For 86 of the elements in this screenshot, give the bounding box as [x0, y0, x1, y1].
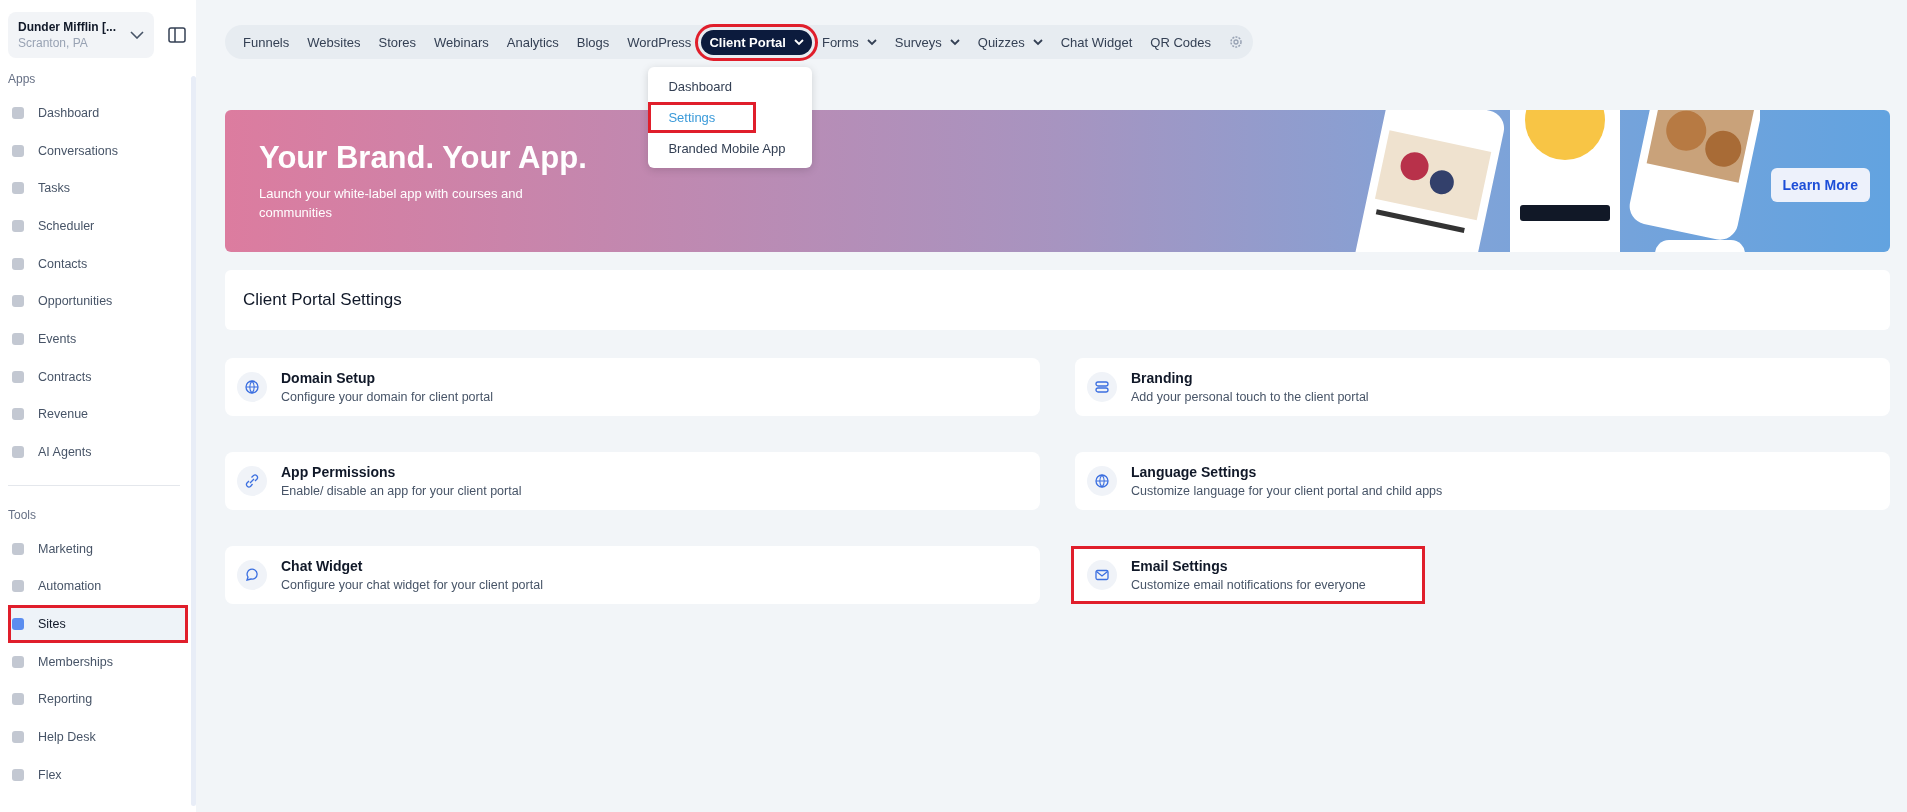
card-description: Add your personal touch to the client portal: [1131, 390, 1369, 404]
menu-item-icon: [10, 691, 26, 708]
chevron-down-icon: [866, 38, 877, 46]
sidebar-item[interactable]: Automation: [8, 567, 188, 606]
settings-card[interactable]: Domain Setup Configure your domain for client portal: [225, 358, 1040, 416]
sidebar-item[interactable]: Events: [8, 320, 188, 358]
sidebar-item[interactable]: Sites: [8, 605, 188, 643]
menu-item-icon: [10, 293, 26, 310]
nav-tab[interactable]: Forms: [813, 29, 885, 55]
card-title: Language Settings: [1131, 464, 1258, 480]
nav-tab[interactable]: Webinars: [426, 29, 497, 55]
section-heading: Tools: [8, 507, 37, 522]
settings-card[interactable]: Chat Widget Configure your chat widget for your client portal: [225, 546, 1040, 604]
nav-tab[interactable]: Analytics: [498, 29, 567, 55]
link-icon: [237, 466, 267, 496]
account-switcher[interactable]: Dunder Mifflin [... Scranton, PA: [8, 12, 154, 58]
banner-subtitle: Launch your white-label app with courses and communities: [259, 184, 524, 222]
sidebar-item[interactable]: Reporting: [8, 680, 188, 719]
menu-item-icon: [10, 616, 26, 633]
section-heading: Apps: [8, 72, 37, 86]
card-description: Configure your chat widget for your client portal: [281, 578, 543, 592]
card-title: Email Settings: [1131, 558, 1229, 574]
menu-item[interactable]: Dashboard: [648, 70, 813, 102]
menu-item-icon: [10, 729, 26, 746]
chevron-down-icon: [793, 38, 804, 46]
card-description: Customize language for your client portal and child apps: [1131, 484, 1443, 498]
nav-tab[interactable]: Blogs: [568, 29, 618, 55]
sidebar-item[interactable]: Memberships: [8, 642, 188, 681]
menu-item-icon: [10, 406, 26, 423]
learn-more-button[interactable]: Learn More: [1770, 168, 1870, 202]
banner-title: Your Brand. Your App.: [259, 139, 588, 176]
menu-item-icon: [10, 104, 26, 121]
card-title: Chat Widget: [281, 558, 364, 574]
chat-bubble-icon: [237, 560, 267, 590]
settings-card[interactable]: Email Settings Customize email notifications for everyone: [1071, 546, 1425, 604]
sidebar-item[interactable]: Tasks: [8, 169, 188, 208]
nav-tab[interactable]: QR Codes: [1142, 29, 1219, 55]
menu-item-icon: [10, 217, 26, 234]
settings-card[interactable]: Language Settings Customize language for your client portal and child apps: [1075, 452, 1890, 510]
sidebar-item[interactable]: Dashboard: [8, 94, 188, 132]
card-title: Domain Setup: [281, 370, 377, 386]
envelope-icon: [1087, 560, 1117, 590]
sidebar-item[interactable]: Help Desk: [8, 718, 188, 756]
menu-item-icon: [10, 653, 26, 670]
globe-icon: [237, 372, 267, 402]
menu-item-icon: [10, 766, 26, 783]
chevron-down-icon: [1032, 38, 1043, 46]
settings-card[interactable]: App Permissions Enable/ disable an app for your client portal: [225, 452, 1040, 510]
nav-tab[interactable]: Chat Widget: [1052, 29, 1141, 55]
sidebar-item[interactable]: Scheduler: [8, 207, 188, 245]
nav-tab[interactable]: Funnels: [235, 29, 298, 55]
nav-tab[interactable]: Websites: [299, 29, 369, 55]
chevron-down-icon: [949, 38, 960, 46]
settings-icon[interactable]: [1229, 35, 1243, 49]
menu-item-icon: [10, 180, 26, 197]
sidebar-item[interactable]: Marketing: [8, 529, 188, 568]
menu-item-icon: [10, 540, 26, 557]
menu-item-icon: [10, 444, 26, 461]
page-title: Client Portal Settings: [243, 290, 402, 310]
globe-icon: [1087, 466, 1117, 496]
menu-item[interactable]: Branded Mobile App: [648, 132, 813, 164]
card-description: Enable/ disable an app for your client portal: [281, 484, 522, 498]
chevron-down-icon: [130, 31, 144, 39]
menu-item-icon: [10, 330, 26, 347]
toggles-icon: [1087, 372, 1117, 402]
sidebar-item[interactable]: Contracts: [8, 357, 188, 396]
card-title: Branding: [1131, 370, 1194, 386]
menu-item-icon: [10, 368, 26, 385]
card-description: Configure your domain for client portal: [281, 390, 493, 404]
sidebar-item[interactable]: Conversations: [8, 131, 188, 170]
menu-item-icon: [10, 578, 26, 595]
sidebar-item[interactable]: Flex: [8, 756, 188, 794]
sidebar-item[interactable]: Revenue: [8, 395, 188, 434]
nav-tab[interactable]: WordPress: [619, 29, 700, 55]
menu-item-icon: [10, 255, 26, 272]
sidebar-item[interactable]: Contacts: [8, 244, 188, 283]
nav-tab[interactable]: Stores: [370, 29, 425, 55]
card-title: App Permissions: [281, 464, 397, 480]
sidebar-item[interactable]: Opportunities: [8, 282, 188, 321]
settings-card[interactable]: Branding Add your personal touch to the client portal: [1075, 358, 1890, 416]
nav-tab[interactable]: Surveys: [886, 29, 968, 55]
sidebar-item[interactable]: AI Agents: [8, 433, 188, 471]
card-description: Customize email notifications for everyone: [1131, 578, 1366, 592]
menu-item-icon: [10, 142, 26, 159]
nav-tab[interactable]: Quizzes: [969, 29, 1051, 55]
sidebar-toggle-icon[interactable]: [168, 27, 186, 43]
